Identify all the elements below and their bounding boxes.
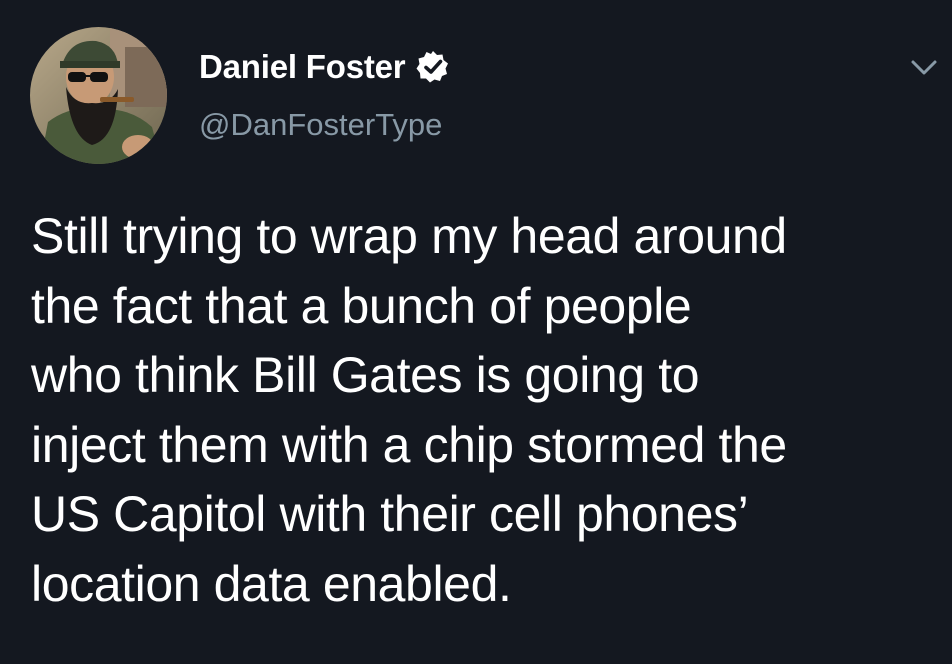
author-handle[interactable]: @DanFosterType: [199, 107, 442, 143]
chevron-down-icon[interactable]: [908, 52, 940, 84]
author-display-name[interactable]: Daniel Foster: [199, 48, 406, 86]
author-name-row[interactable]: Daniel Foster: [199, 45, 451, 89]
tweet-text: Still trying to wrap my head around the …: [31, 208, 787, 612]
tweet-card: Daniel Foster @DanFosterType Still tryin…: [0, 0, 952, 664]
avatar[interactable]: [30, 27, 167, 164]
avatar-image: [30, 27, 167, 164]
verified-badge-icon: [415, 49, 451, 85]
